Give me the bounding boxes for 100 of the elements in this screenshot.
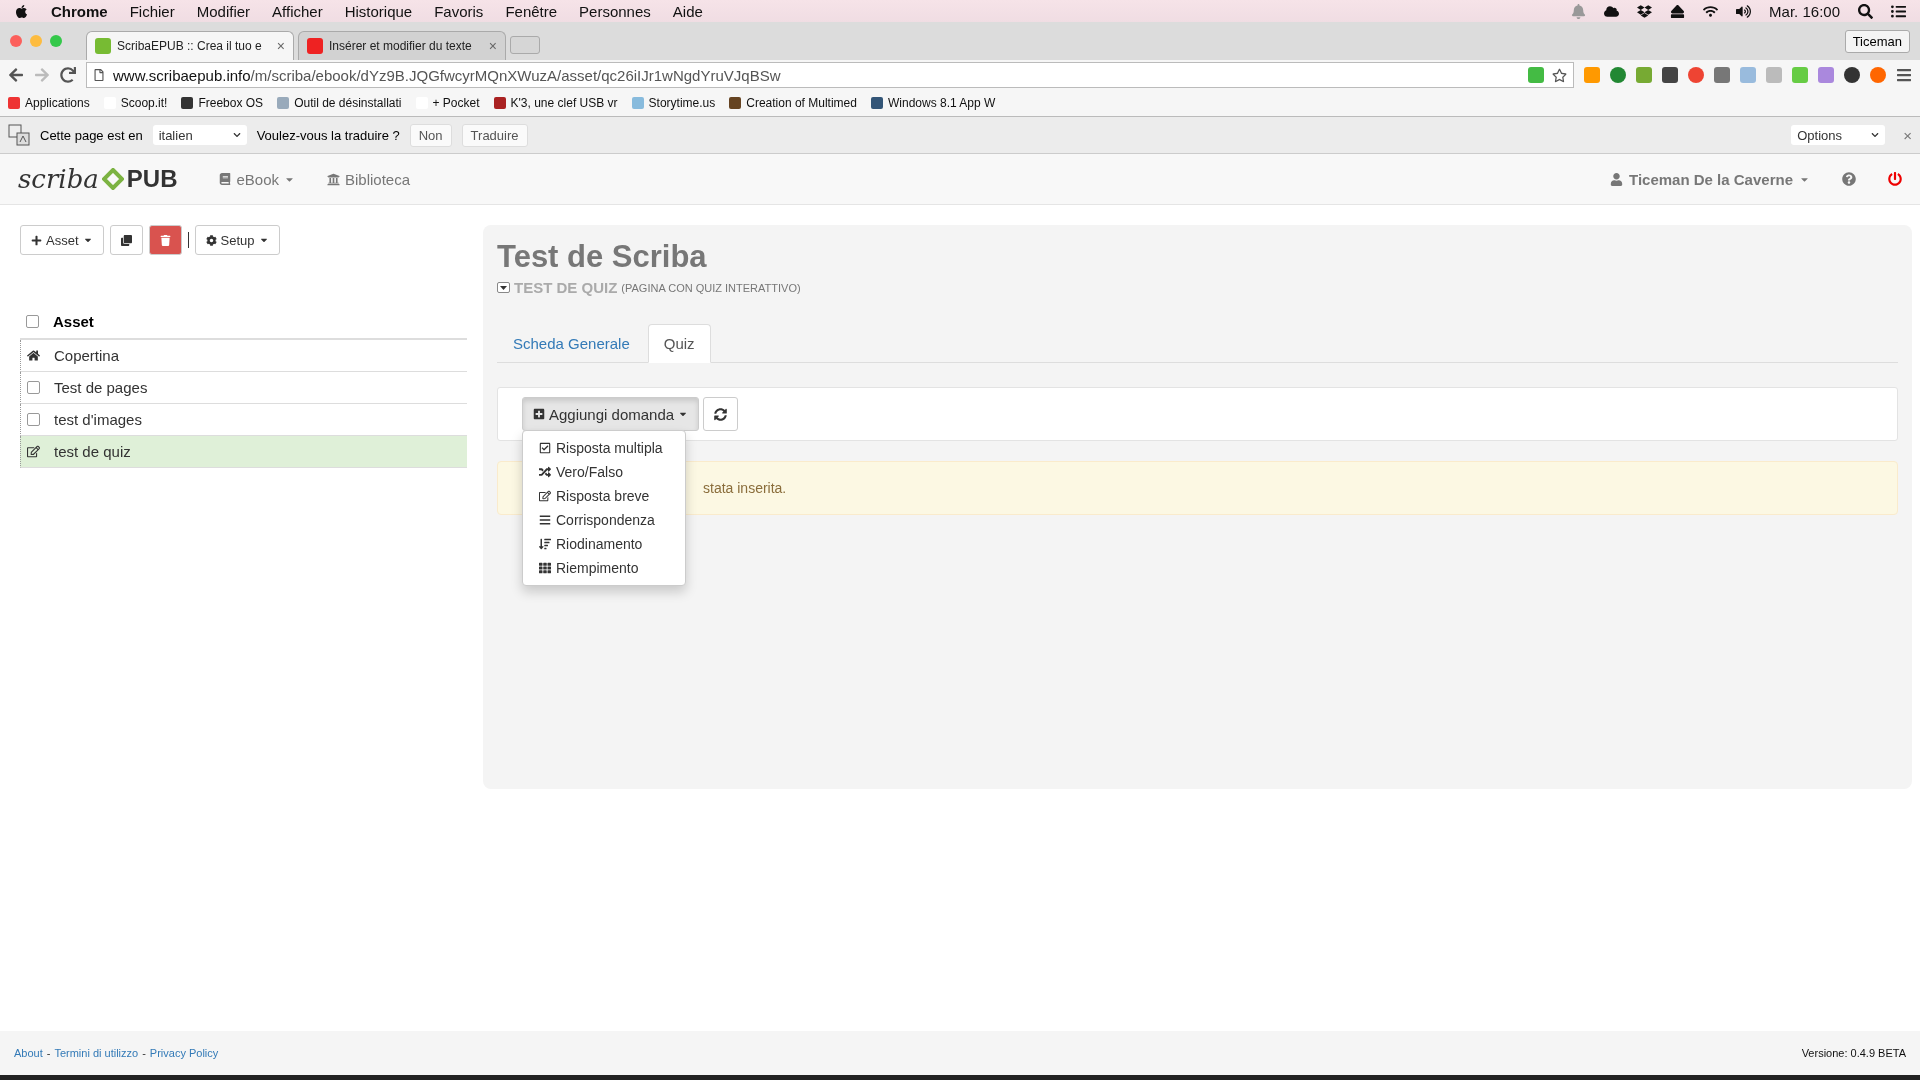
logo[interactable]: scriba PUB (18, 164, 178, 194)
copy-icon (120, 234, 132, 246)
edit-icon (539, 490, 551, 502)
menu-item[interactable]: Corrispondenza (523, 508, 685, 532)
gear-icon (205, 234, 217, 246)
profile-button[interactable]: Ticeman (1844, 29, 1910, 53)
eject-icon[interactable] (1670, 3, 1686, 19)
user-icon (1610, 172, 1623, 186)
chevron-icon (1871, 131, 1880, 139)
close-window-button[interactable] (10, 35, 22, 47)
translate-prompt: Cette page est en (40, 127, 143, 143)
bookmark[interactable]: K'3, une clef USB vr (493, 96, 618, 110)
menu-item[interactable]: Historique (344, 2, 413, 20)
edit-icon (27, 445, 40, 458)
cloud-icon[interactable] (1604, 3, 1620, 19)
separator: - (142, 1047, 146, 1059)
nav-link[interactable]: eBook (219, 170, 295, 188)
user-menu[interactable]: Ticeman De la Caverne (1610, 170, 1810, 188)
trash-icon (159, 234, 171, 246)
checkbox-icon (539, 442, 551, 454)
bookmark[interactable]: Windows 8.1 App W (870, 96, 996, 110)
menu-item[interactable]: Risposta breve (523, 484, 685, 508)
tab[interactable]: Quiz (647, 324, 711, 363)
add-asset-button[interactable]: Asset (20, 225, 104, 255)
options-select[interactable]: Options (1791, 125, 1886, 145)
browser-tab[interactable]: ScribaEPUB :: Crea il tuo e × (86, 31, 294, 60)
duplicate-button[interactable] (109, 225, 143, 255)
bookmark[interactable]: + Pocket (415, 96, 480, 110)
wifi-icon[interactable] (1703, 3, 1719, 19)
setup-button[interactable]: Setup (194, 225, 280, 255)
grid-icon (539, 562, 551, 574)
address-field[interactable]: www.scribaepub.info/m/scriba/ebook/dYz9B.JQGfwcyrMQnXWuzA/asset/qc26iIJr1wNgdYruVJqBSw (86, 62, 1574, 88)
power-icon[interactable] (1888, 172, 1902, 186)
translate-icon (8, 124, 30, 146)
search-icon[interactable] (1858, 3, 1873, 19)
menu-item[interactable]: Fichier (129, 2, 175, 20)
menu-item[interactable]: Modifier (196, 2, 251, 20)
caret-icon (500, 285, 507, 290)
footer-link[interactable]: Privacy Policy (149, 1047, 219, 1059)
star-icon[interactable] (1552, 67, 1567, 83)
version-label: Versione: 0.4.9 BETA (1801, 1047, 1906, 1059)
checkbox[interactable] (27, 413, 40, 426)
menu-item[interactable]: Fenêtre (505, 2, 558, 20)
bell-icon[interactable] (1571, 3, 1587, 19)
plus-icon (31, 234, 42, 246)
asset-item[interactable]: Test de pages (20, 372, 467, 404)
volume-icon[interactable] (1736, 3, 1752, 19)
menu-icon[interactable] (1896, 67, 1912, 83)
bookmark[interactable]: Outil de désinstallati (277, 96, 402, 110)
menu-item[interactable]: Afficher (272, 2, 323, 20)
translate-button[interactable]: Non (409, 123, 452, 147)
page-note: (PAGINA CON QUIZ INTERATTIVO) (621, 281, 801, 294)
refresh-icon (714, 407, 728, 421)
bookmark[interactable]: Freebox OS (181, 96, 264, 110)
apple-icon[interactable] (14, 3, 29, 19)
footer-link[interactable]: Termini di utilizzo (54, 1047, 139, 1059)
nav-link[interactable]: Biblioteca (327, 170, 411, 188)
collapse-toggle[interactable] (497, 282, 510, 293)
page-icon (93, 69, 105, 81)
bookmark[interactable]: Creation of Multimed (729, 96, 857, 110)
select-all-checkbox[interactable] (26, 315, 39, 328)
sort-icon (539, 538, 551, 550)
back-icon[interactable] (8, 67, 24, 83)
bookmark[interactable]: Storytime.us (631, 96, 716, 110)
add-question-button[interactable]: Aggiungi domanda (522, 397, 700, 431)
dropbox-icon[interactable] (1637, 3, 1653, 19)
menu-item[interactable]: Favoris (434, 2, 484, 20)
asset-item[interactable]: Copertina (20, 340, 467, 372)
help-icon[interactable] (1842, 172, 1856, 186)
building-icon (327, 172, 340, 186)
clock[interactable]: Mar. 16:00 (1769, 2, 1840, 20)
menu-item[interactable]: Risposta multipla (523, 436, 685, 460)
menu-item[interactable]: Riempimento (523, 556, 685, 580)
footer-link[interactable]: About (14, 1047, 43, 1059)
translate-button[interactable]: Traduire (461, 123, 528, 147)
reload-icon[interactable] (60, 67, 76, 83)
close-button[interactable]: × (1903, 126, 1912, 144)
page-subtitle: TEST DE QUIZ (514, 279, 618, 296)
separator: - (46, 1047, 51, 1059)
bookmark[interactable]: Scoop.it! (103, 96, 168, 110)
checkbox[interactable] (27, 381, 40, 394)
language-select[interactable]: italien (152, 125, 247, 145)
page-title: Test de Scriba (497, 239, 708, 275)
menu-item[interactable]: Chrome (51, 2, 108, 20)
menu-item[interactable]: Riodinamento (523, 532, 685, 556)
list-icon[interactable] (1891, 3, 1906, 19)
extension-icon[interactable] (1844, 67, 1860, 83)
favicon-icon (95, 38, 111, 54)
shuffle-icon (539, 466, 551, 478)
asset-item[interactable]: test de quiz (20, 436, 467, 468)
refresh-button[interactable] (703, 397, 739, 431)
menu-item[interactable]: Aide (672, 2, 703, 20)
browser-tab[interactable]: Insérer et modifier du texte × (298, 31, 506, 60)
bookmark[interactable]: Applications (8, 96, 90, 110)
plus-icon (533, 408, 545, 420)
menu-item[interactable]: Personnes (579, 2, 651, 20)
menu-item[interactable]: Vero/Falso (523, 460, 685, 484)
book-icon (219, 173, 232, 185)
delete-button[interactable] (148, 225, 182, 255)
tab[interactable]: Scheda Generale (497, 324, 646, 363)
